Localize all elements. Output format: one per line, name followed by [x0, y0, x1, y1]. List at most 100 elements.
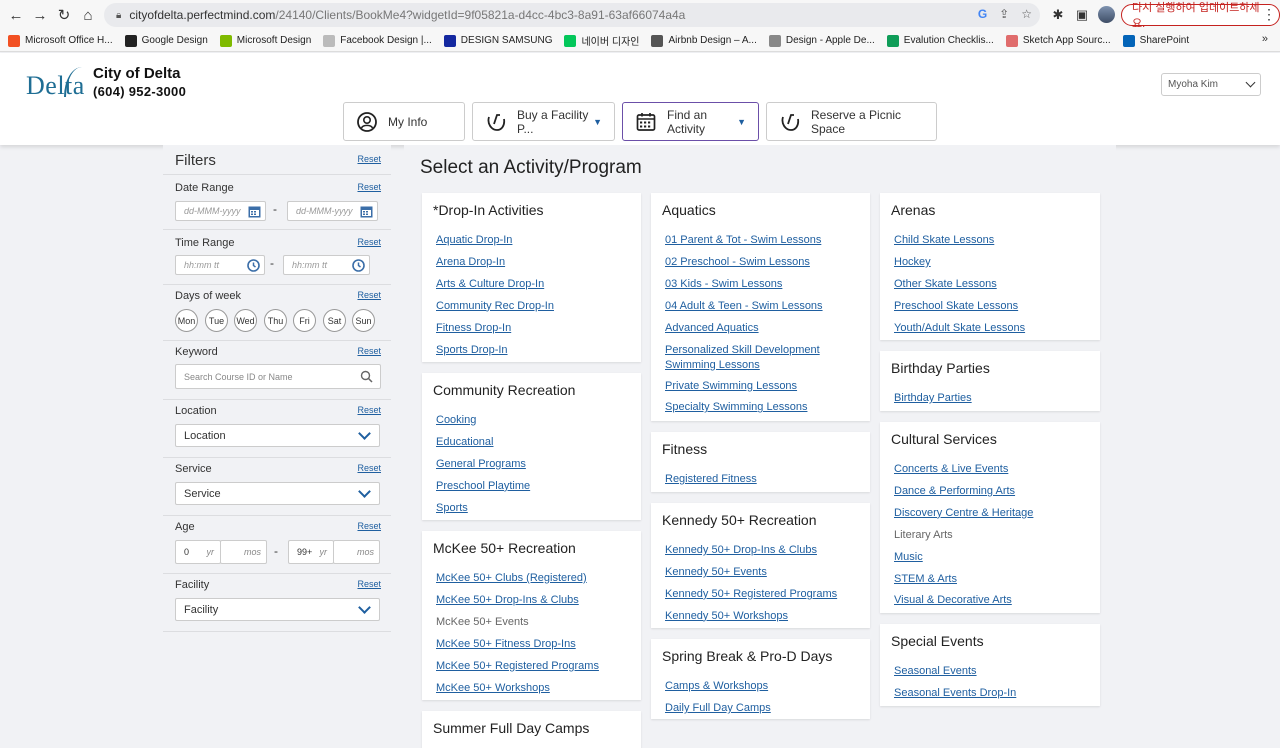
calendar-icon[interactable]	[360, 205, 373, 218]
category-link[interactable]: Youth/Adult Skate Lessons	[894, 318, 1025, 340]
star-icon[interactable]: ☆	[1021, 7, 1032, 21]
bookmark-item[interactable]: Facebook Design |...	[323, 34, 432, 47]
date-from-input[interactable]: dd-MMM-yyyy	[175, 201, 266, 221]
category-link[interactable]: Community Rec Drop-In	[436, 296, 554, 318]
user-menu[interactable]: Myoha Kim	[1161, 73, 1261, 96]
bookmark-item[interactable]: Microsoft Design	[219, 34, 311, 47]
category-link[interactable]: Arts & Culture Drop-In	[436, 274, 554, 296]
tab-buy-facility-pass[interactable]: Buy a Facility P... ▼	[472, 102, 615, 141]
category-link[interactable]: Birthday Parties	[894, 388, 972, 410]
category-link[interactable]: Hockey	[894, 252, 1025, 274]
category-link[interactable]: Concerts & Live Events	[894, 459, 1033, 481]
bookmark-item[interactable]: SharePoint	[1122, 34, 1189, 47]
category-link[interactable]: McKee 50+ Fitness Drop-Ins	[436, 634, 599, 656]
category-link[interactable]: McKee 50+ Workshops	[436, 678, 599, 700]
category-link[interactable]: Aquatic Drop-In	[436, 230, 554, 252]
extensions-icon[interactable]: ✱	[1048, 5, 1068, 25]
category-link[interactable]: Arena Drop-In	[436, 252, 554, 274]
category-link[interactable]: Kennedy 50+ Registered Programs	[665, 584, 837, 606]
category-link[interactable]: Sports Drop-In	[436, 340, 554, 362]
category-link[interactable]: STEM & Arts	[894, 569, 1033, 591]
bookmark-item[interactable]: Design - Apple De...	[768, 34, 875, 47]
keyword-reset[interactable]: Reset	[357, 346, 381, 356]
category-link[interactable]: Daily Full Day Camps	[665, 698, 771, 720]
bookmark-item[interactable]: Google Design	[124, 34, 208, 47]
age-max-yr-input[interactable]: 99+ yr	[288, 540, 334, 564]
location-reset[interactable]: Reset	[357, 405, 381, 415]
clock-icon[interactable]	[247, 259, 260, 272]
time-to-input[interactable]: hh:mm tt	[283, 255, 370, 275]
location-select[interactable]: Location	[175, 424, 380, 447]
category-link[interactable]: Private Swimming Lessons	[665, 376, 845, 398]
lock-icon[interactable]: 🔒︎	[116, 10, 121, 21]
facility-reset[interactable]: Reset	[357, 579, 381, 589]
category-link[interactable]: Cooking	[436, 410, 530, 432]
back-icon[interactable]: ←	[4, 3, 28, 27]
home-icon[interactable]: ⌂	[76, 3, 100, 27]
category-link[interactable]: General Programs	[436, 454, 530, 476]
category-link[interactable]: Kennedy 50+ Events	[665, 562, 837, 584]
bookmarks-overflow-icon[interactable]: »	[1262, 33, 1268, 45]
category-link[interactable]: Specialty Swimming Lessons	[665, 397, 845, 419]
days-of-week-reset[interactable]: Reset	[357, 290, 381, 300]
bookmark-item[interactable]: Airbnb Design – A...	[651, 34, 757, 47]
category-link[interactable]: 03 Kids - Swim Lessons	[665, 274, 845, 296]
calendar-icon[interactable]	[248, 205, 261, 218]
category-link[interactable]: Child Skate Lessons	[894, 230, 1025, 252]
keyword-search-input[interactable]: Search Course ID or Name	[175, 364, 381, 389]
category-link[interactable]: Dance & Performing Arts	[894, 481, 1033, 503]
category-link[interactable]: Discovery Centre & Heritage	[894, 503, 1033, 525]
category-link[interactable]: Seasonal Events Drop-In	[894, 683, 1016, 705]
date-range-reset[interactable]: Reset	[357, 182, 381, 192]
category-link[interactable]: Visual & Decorative Arts	[894, 590, 1033, 612]
side-panel-icon[interactable]: ▣	[1072, 5, 1092, 25]
category-link[interactable]: Kennedy 50+ Drop-Ins & Clubs	[665, 540, 837, 562]
bookmark-item[interactable]: Microsoft Office H...	[8, 34, 113, 47]
update-button[interactable]: 다시 실행하여 업데이트하세요.	[1121, 2, 1280, 30]
clock-icon[interactable]	[352, 259, 365, 272]
bookmark-item[interactable]: Sketch App Sourc...	[1005, 34, 1111, 47]
facility-select[interactable]: Facility	[175, 598, 380, 621]
category-link[interactable]: Camps & Workshops	[665, 676, 771, 698]
category-link[interactable]: Educational	[436, 432, 530, 454]
reset-all-link[interactable]: Reset	[357, 154, 381, 164]
google-icon[interactable]: G	[978, 7, 987, 21]
day-toggle-thu[interactable]: Thu	[264, 309, 287, 332]
category-link[interactable]: Preschool Playtime	[436, 476, 530, 498]
category-link[interactable]: Other Skate Lessons	[894, 274, 1025, 296]
reload-icon[interactable]: ↻	[52, 3, 76, 27]
address-bar[interactable]: 🔒︎ cityofdelta.perfectmind.com/24140/Cli…	[104, 3, 1040, 27]
service-reset[interactable]: Reset	[357, 463, 381, 473]
tab-my-info[interactable]: My Info	[343, 102, 465, 141]
category-link[interactable]: McKee 50+ Drop-Ins & Clubs	[436, 590, 599, 612]
category-link[interactable]: Seasonal Events	[894, 661, 1016, 683]
age-min-yr-input[interactable]: 0 yr	[175, 540, 221, 564]
forward-icon[interactable]: →	[28, 3, 52, 27]
category-link[interactable]: Music	[894, 547, 1033, 569]
category-link[interactable]: 01 Parent & Tot - Swim Lessons	[665, 230, 845, 252]
more-menu-icon[interactable]: ⋮	[1262, 6, 1276, 23]
day-toggle-sun[interactable]: Sun	[352, 309, 375, 332]
day-toggle-tue[interactable]: Tue	[205, 309, 228, 332]
day-toggle-sat[interactable]: Sat	[323, 309, 346, 332]
share-icon[interactable]: ⇪	[999, 7, 1009, 21]
search-icon[interactable]	[360, 370, 373, 383]
service-select[interactable]: Service	[175, 482, 380, 505]
age-max-mos-input[interactable]: mos	[333, 540, 380, 564]
category-link[interactable]: Registered Fitness	[665, 469, 757, 491]
date-to-input[interactable]: dd-MMM-yyyy	[287, 201, 378, 221]
bookmark-item[interactable]: Evalution Checklis...	[886, 34, 994, 47]
tab-find-an-activity[interactable]: Find an Activity ▼	[622, 102, 759, 141]
category-link[interactable]: Fitness Drop-In	[436, 318, 554, 340]
profile-avatar[interactable]	[1098, 6, 1115, 23]
bookmark-item[interactable]: 네이버 디자인	[564, 33, 639, 48]
category-link[interactable]: Sports	[436, 498, 530, 520]
category-link[interactable]: McKee 50+ Clubs (Registered)	[436, 568, 599, 590]
day-toggle-wed[interactable]: Wed	[234, 309, 257, 332]
category-link[interactable]: Advanced Aquatics	[665, 318, 845, 340]
category-link[interactable]: Preschool Skate Lessons	[894, 296, 1025, 318]
age-reset[interactable]: Reset	[357, 521, 381, 531]
category-link[interactable]: Kennedy 50+ Workshops	[665, 606, 837, 628]
day-toggle-mon[interactable]: Mon	[175, 309, 198, 332]
day-toggle-fri[interactable]: Fri	[293, 309, 316, 332]
